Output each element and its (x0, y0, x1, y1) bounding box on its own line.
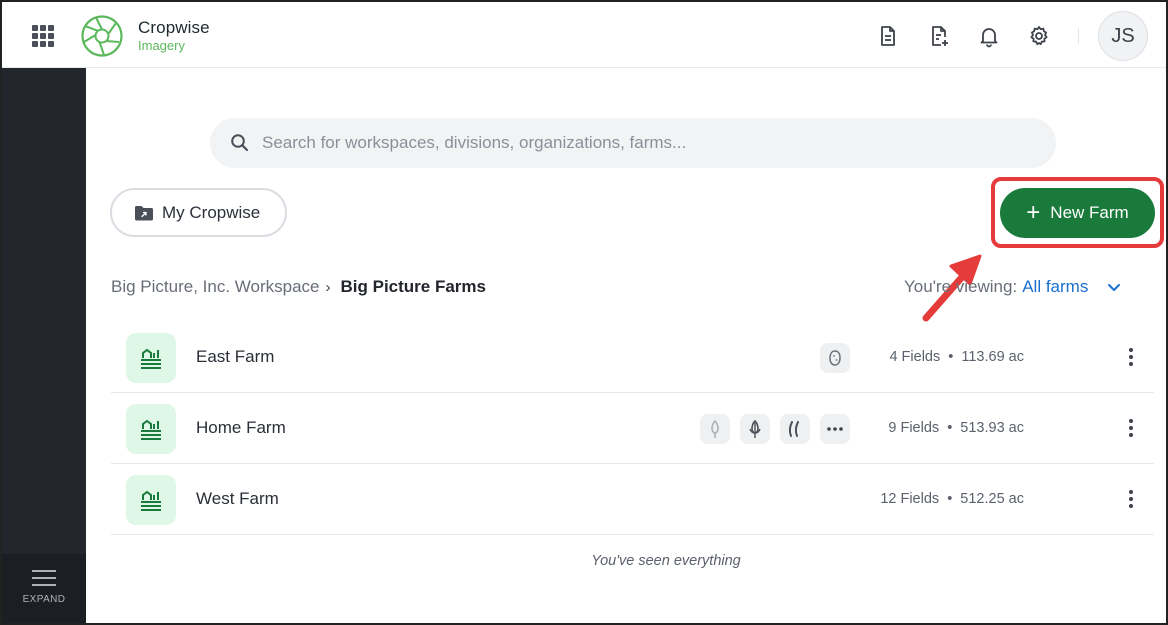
breadcrumb-separator: › (325, 278, 331, 296)
more-horizontal-icon[interactable] (820, 414, 850, 444)
breadcrumb: Big Picture, Inc. Workspace › Big Pictur… (111, 277, 486, 297)
brand: Cropwise Imagery (138, 18, 210, 54)
gear-icon[interactable] (1027, 24, 1051, 48)
viewing-filter[interactable]: You're viewing: All farms (904, 277, 1122, 297)
cropwise-logo-icon[interactable] (80, 14, 124, 58)
stats-separator: • (947, 491, 953, 507)
folder-icon (135, 205, 153, 220)
fields-count: 4 Fields (889, 349, 941, 365)
fields-count: 12 Fields (880, 491, 940, 507)
user-avatar[interactable]: JS (1098, 11, 1148, 61)
wheat-icon[interactable] (700, 414, 730, 444)
corn-icon[interactable] (740, 414, 770, 444)
farm-name[interactable]: Home Farm (196, 418, 286, 438)
farm-stats: 9 Fields • 513.93 ac (888, 420, 1024, 436)
app-window: Cropwise Imagery JS EXPAND Search for wo… (0, 0, 1168, 625)
brand-name: Cropwise (138, 18, 210, 37)
search-bar[interactable] (210, 118, 1056, 168)
breadcrumb-current: Big Picture Farms (340, 277, 487, 296)
breadcrumb-workspace[interactable]: Big Picture, Inc. Workspace (111, 277, 320, 297)
farm-row[interactable]: East Farm 4 Fields • 113.69 ac (111, 322, 1154, 393)
farm-name[interactable]: West Farm (196, 489, 279, 509)
chevron-down-icon[interactable] (1106, 279, 1122, 295)
plus-icon: + (1026, 199, 1041, 226)
farm-icon (126, 404, 176, 454)
apps-grid-icon[interactable] (32, 25, 54, 47)
top-bar: Cropwise Imagery JS (2, 2, 1166, 68)
my-cropwise-label: My Cropwise (162, 202, 261, 222)
farm-stats: 12 Fields • 512.25 ac (880, 491, 1024, 507)
more-vertical-icon[interactable] (1119, 486, 1143, 512)
document-icon[interactable] (876, 24, 900, 48)
document-add-icon[interactable] (927, 24, 951, 48)
search-icon (231, 134, 249, 152)
farm-icon (126, 475, 176, 525)
bell-icon[interactable] (977, 24, 1001, 48)
stats-separator: • (947, 420, 953, 436)
bean-icon[interactable] (780, 414, 810, 444)
farm-area: 512.25 ac (960, 491, 1024, 507)
hamburger-icon (32, 570, 56, 591)
viewing-label: You're viewing: (904, 277, 1018, 296)
potato-icon[interactable] (820, 343, 850, 373)
end-of-list-message: You've seen everything (591, 553, 741, 569)
viewing-value[interactable]: All farms (1022, 277, 1088, 297)
farm-area: 513.93 ac (960, 420, 1024, 436)
farm-name[interactable]: East Farm (196, 347, 274, 367)
farm-area: 113.69 ac (961, 349, 1024, 365)
search-input[interactable] (262, 133, 1022, 153)
new-farm-button[interactable]: + New Farm (1000, 188, 1155, 238)
farm-row[interactable]: Home Farm 9 Fields • 513.93 ac (111, 393, 1154, 464)
top-divider (1078, 28, 1079, 44)
sidebar: EXPAND (2, 68, 86, 623)
fields-count: 9 Fields (888, 420, 940, 436)
more-vertical-icon[interactable] (1119, 415, 1143, 441)
farm-icon (126, 333, 176, 383)
my-cropwise-button[interactable]: My Cropwise (110, 188, 287, 237)
more-vertical-icon[interactable] (1119, 344, 1143, 370)
farm-list: East Farm 4 Fields • 113.69 ac Home Farm… (111, 322, 1154, 535)
expand-label: EXPAND (22, 594, 66, 605)
stats-separator: • (948, 349, 954, 365)
sidebar-expand-button[interactable]: EXPAND (2, 554, 86, 623)
farm-stats: 4 Fields • 113.69 ac (889, 349, 1024, 365)
new-farm-label: New Farm (1050, 203, 1129, 222)
brand-subtitle: Imagery (138, 38, 185, 53)
farm-row[interactable]: West Farm 12 Fields • 512.25 ac (111, 464, 1154, 535)
